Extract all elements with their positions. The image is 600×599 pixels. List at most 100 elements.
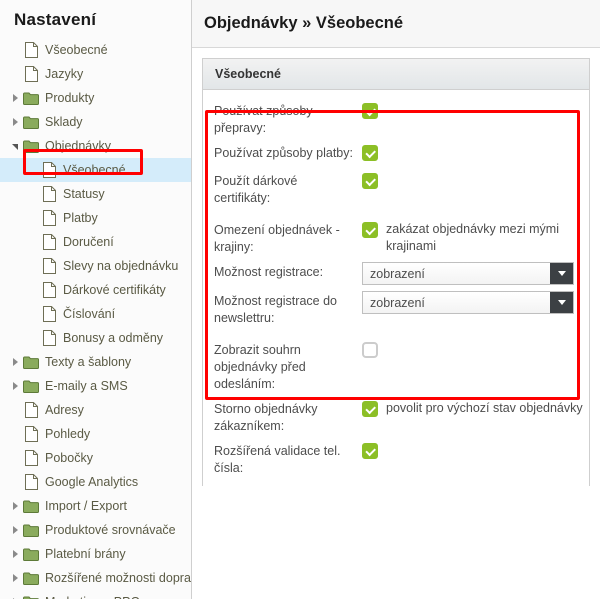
file-icon bbox=[40, 329, 58, 347]
chevron-right-icon[interactable] bbox=[8, 110, 22, 134]
sidebar-item-label: Všeobecné bbox=[45, 42, 108, 57]
sidebar-item-texty-a-ablony[interactable]: Texty a šablony bbox=[0, 350, 191, 374]
checkbox[interactable] bbox=[362, 443, 378, 459]
chevron-right-icon[interactable] bbox=[8, 350, 22, 374]
field-control: zakázat objednávky mezi mými krajinami bbox=[362, 220, 589, 255]
sidebar-item-v-eobecn[interactable]: Všeobecné bbox=[0, 38, 191, 62]
sidebar-item-doru-en[interactable]: Doručení bbox=[0, 230, 191, 254]
sidebar-item-label: Adresy bbox=[45, 402, 84, 417]
folder-icon bbox=[22, 569, 40, 587]
sidebar-item-adresy[interactable]: Adresy bbox=[0, 398, 191, 422]
field-label: Používat způsoby přepravy: bbox=[214, 104, 313, 135]
checkbox[interactable] bbox=[362, 145, 378, 161]
file-icon bbox=[40, 305, 58, 323]
chevron-down-icon[interactable] bbox=[550, 292, 573, 313]
chevron-down-icon[interactable] bbox=[550, 263, 573, 284]
sidebar-item-slevy-na-objedn-vku[interactable]: Slevy na objednávku bbox=[0, 254, 191, 278]
sidebar-item-sklady[interactable]: Sklady bbox=[0, 110, 191, 134]
chevron-right-icon[interactable] bbox=[8, 590, 22, 599]
form-row: Rozšířená validace tel. čísla: bbox=[203, 438, 589, 480]
sidebar-item-label: Všeobecné bbox=[63, 162, 126, 177]
row-spacer bbox=[203, 330, 589, 337]
folder-icon bbox=[22, 521, 40, 539]
sidebar: Nastavení Všeobecné Jazyky Produkty Sklady O… bbox=[0, 0, 192, 599]
panel-title: Všeobecné bbox=[203, 59, 589, 90]
sidebar-item-google-analytics[interactable]: Google Analytics bbox=[0, 470, 191, 494]
sidebar-item-roz-en-mo-nosti-dopravy[interactable]: Rozšířené možnosti dopravy bbox=[0, 566, 191, 590]
chevron-down-icon[interactable] bbox=[8, 134, 22, 158]
sidebar-item-platebn-br-ny[interactable]: Platební brány bbox=[0, 542, 191, 566]
sidebar-item-pobo-ky[interactable]: Pobočky bbox=[0, 446, 191, 470]
file-icon bbox=[22, 401, 40, 419]
sidebar-item-label: Objednávky bbox=[45, 138, 112, 153]
form-row: Možnost registrace do newslettru: zobraze… bbox=[203, 288, 589, 330]
sidebar-item-label: Import / Export bbox=[45, 498, 127, 513]
sidebar-item-label: Bonusy a odměny bbox=[63, 330, 164, 345]
sidebar-item-slov-n[interactable]: Číslování bbox=[0, 302, 191, 326]
select-value: zobrazení bbox=[370, 295, 425, 310]
select-dropdown[interactable]: zobrazení bbox=[362, 262, 574, 285]
sidebar-item-label: Číslování bbox=[63, 306, 116, 321]
checkbox[interactable] bbox=[362, 103, 378, 119]
sidebar-item-label: Rozšířené možnosti dopravy bbox=[45, 570, 192, 585]
checkbox[interactable] bbox=[362, 401, 378, 417]
sidebar-item-label: Sklady bbox=[45, 114, 83, 129]
checkbox[interactable] bbox=[362, 173, 378, 189]
checkbox-label: zakázat objednávky mezi mými krajinami bbox=[386, 222, 559, 253]
field-control bbox=[362, 171, 589, 189]
sidebar-item-label: Jazyky bbox=[45, 66, 84, 81]
folder-icon bbox=[22, 545, 40, 563]
page-header: Objednávky » Všeobecné bbox=[192, 0, 600, 48]
sidebar-item-label: Texty a šablony bbox=[45, 354, 132, 369]
file-icon bbox=[40, 281, 58, 299]
chevron-right-icon[interactable] bbox=[8, 518, 22, 542]
file-icon bbox=[22, 449, 40, 467]
sidebar-item-produkty[interactable]: Produkty bbox=[0, 86, 191, 110]
field-label: Zobrazit souhrn objednávky před odeslání… bbox=[214, 343, 306, 391]
select-dropdown[interactable]: zobrazení bbox=[362, 291, 574, 314]
sidebar-item-produktov-srovn-va-e[interactable]: Produktové srovnávače bbox=[0, 518, 191, 542]
sidebar-item-jazyky[interactable]: Jazyky bbox=[0, 62, 191, 86]
sidebar-item-e-maily-a-sms[interactable]: E-maily a SMS bbox=[0, 374, 191, 398]
sidebar-item-objedn-vky[interactable]: Objednávky bbox=[0, 134, 191, 158]
form-row: Používat způsoby přepravy: bbox=[203, 98, 589, 140]
checkbox[interactable] bbox=[362, 222, 378, 238]
folder-icon bbox=[22, 89, 40, 107]
sidebar-item-pohledy[interactable]: Pohledy bbox=[0, 422, 191, 446]
form-row: Používat způsoby platby: bbox=[203, 140, 589, 168]
field-control bbox=[362, 143, 589, 161]
sidebar-item-statusy[interactable]: Statusy bbox=[0, 182, 191, 206]
chevron-right-icon[interactable] bbox=[8, 374, 22, 398]
field-control bbox=[362, 101, 589, 119]
sidebar-item-platby[interactable]: Platby bbox=[0, 206, 191, 230]
file-icon bbox=[22, 425, 40, 443]
sidebar-item-import-export[interactable]: Import / Export bbox=[0, 494, 191, 518]
sidebar-item-label: Platby bbox=[63, 210, 98, 225]
sidebar-item-marketing-a-ppc[interactable]: Marketing a PPC bbox=[0, 590, 191, 599]
chevron-right-icon[interactable] bbox=[8, 86, 22, 110]
chevron-right-icon[interactable] bbox=[8, 494, 22, 518]
form-row: Zobrazit souhrn objednávky před odeslání… bbox=[203, 337, 589, 396]
sidebar-item-label: Google Analytics bbox=[45, 474, 139, 489]
sidebar-item-bonusy-a-odm-ny[interactable]: Bonusy a odměny bbox=[0, 326, 191, 350]
sidebar-item-d-rkov-certifik-ty[interactable]: Dárkové certifikáty bbox=[0, 278, 191, 302]
sidebar-item-label: Pobočky bbox=[45, 450, 93, 465]
field-label: Rozšířená validace tel. čísla: bbox=[214, 444, 341, 475]
chevron-right-icon[interactable] bbox=[8, 542, 22, 566]
chevron-right-icon[interactable] bbox=[8, 566, 22, 590]
sidebar-item-label: Statusy bbox=[63, 186, 105, 201]
file-icon bbox=[22, 473, 40, 491]
field-control: povolit pro výchozí stav objednávky bbox=[362, 399, 589, 417]
sidebar-item-v-eobecn[interactable]: Všeobecné bbox=[0, 158, 191, 182]
form-row: Možnost registrace: zobrazení bbox=[203, 259, 589, 288]
checkbox[interactable] bbox=[362, 342, 378, 358]
